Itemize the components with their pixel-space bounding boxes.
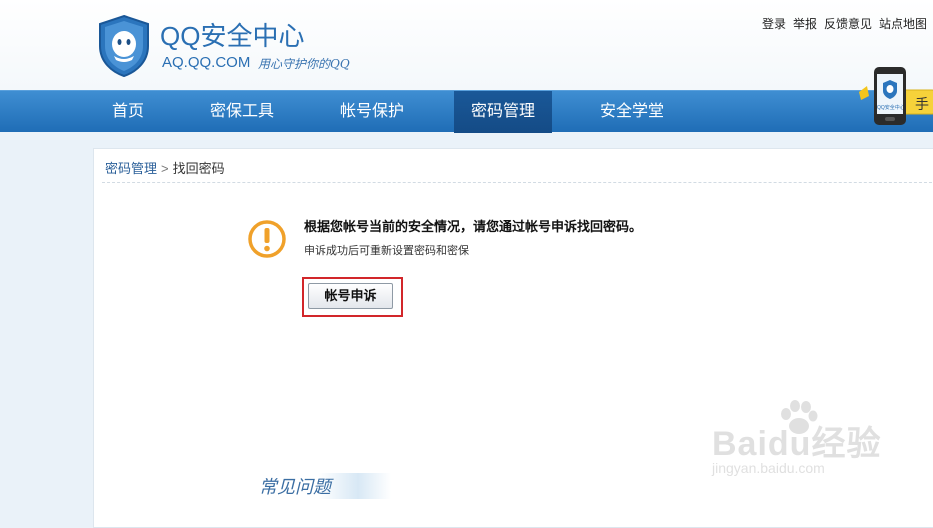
- sitemap-link[interactable]: 站点地图: [879, 17, 927, 31]
- watermark-logo: Baidu经验: [712, 425, 882, 463]
- brand-title[interactable]: QQ安全中心: [160, 16, 304, 53]
- nav-security-school[interactable]: 安全学堂: [580, 91, 684, 133]
- breadcrumb-current: 找回密码: [172, 161, 225, 176]
- site-header: QQ安全中心 AQ.QQ.COM 用心守护你的QQ 登录 举报 反馈意见 站点地图: [0, 0, 933, 90]
- watermark-url: jingyan.baidu.com: [712, 460, 825, 476]
- login-link[interactable]: 登录: [762, 17, 786, 31]
- feedback-link[interactable]: 反馈意见: [824, 17, 872, 31]
- recovery-hint: 申诉成功后可重新设置密码和密保: [304, 245, 469, 257]
- brand-slogan: 用心守护你的QQ: [258, 57, 350, 71]
- baidu-jingyan-watermark: Baidu经验 jingyan.baidu.com: [712, 400, 912, 490]
- phone-screen-text: QQ安全中心: [877, 105, 903, 111]
- mobile-app-promo[interactable]: QQ安全中心 手: [855, 66, 933, 126]
- report-link[interactable]: 举报: [793, 17, 817, 31]
- breadcrumb-separator: >: [161, 161, 169, 176]
- breadcrumb: 密码管理 > 找回密码: [105, 158, 225, 177]
- nav-account-protection[interactable]: 帐号保护: [320, 91, 424, 133]
- breadcrumb-divider: [102, 182, 933, 183]
- nav-security-tools[interactable]: 密保工具: [190, 91, 294, 133]
- warning-icon: [247, 219, 287, 259]
- brand-domain: AQ.QQ.COM: [162, 54, 251, 71]
- account-appeal-button[interactable]: 帐号申诉: [308, 283, 393, 309]
- faq-heading: 常见问题: [259, 473, 391, 499]
- top-links: 登录 举报 反馈意见 站点地图: [762, 15, 933, 32]
- breadcrumb-parent[interactable]: 密码管理: [105, 161, 157, 176]
- qq-shield-logo-icon[interactable]: [96, 14, 152, 78]
- main-nav: 首页 密保工具 帐号保护 密码管理 安全学堂: [0, 90, 933, 133]
- nav-home[interactable]: 首页: [88, 91, 168, 133]
- recovery-message: 根据您帐号当前的安全情况，请您通过帐号申诉找回密码。: [304, 219, 643, 234]
- nav-password-management[interactable]: 密码管理: [454, 91, 552, 133]
- promo-tab-text: 手: [915, 96, 929, 112]
